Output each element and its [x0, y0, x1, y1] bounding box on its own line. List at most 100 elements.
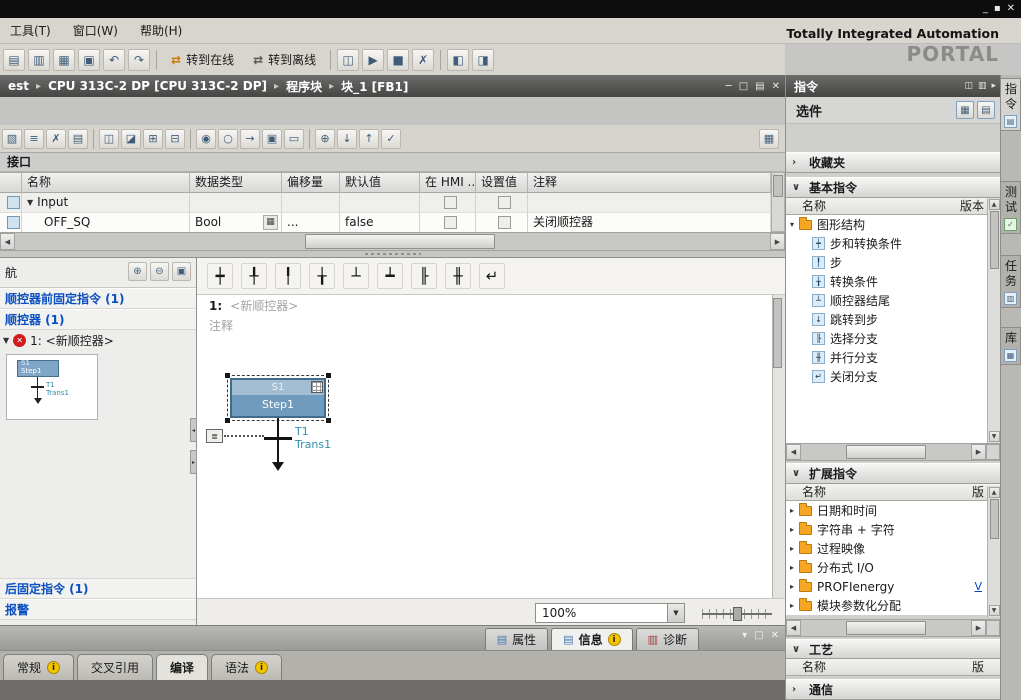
selection-handle[interactable]	[225, 418, 230, 423]
delete-row-icon[interactable]: ✗	[46, 129, 66, 149]
zoom-combobox[interactable]: 100% ▼	[535, 603, 685, 623]
expand-all-icon[interactable]: ⊞	[143, 129, 163, 149]
tab-compile[interactable]: 编译	[156, 654, 208, 680]
scroll-thumb[interactable]	[846, 621, 926, 635]
menu-window[interactable]: 窗口(W)	[73, 22, 118, 39]
extended-hscroll[interactable]: ◀ ▶	[786, 619, 1000, 637]
start-simulation-icon[interactable]: ▶	[362, 49, 384, 71]
row-comment[interactable]: 关闭顺控器	[533, 213, 593, 232]
column-name[interactable]: 名称	[802, 485, 826, 499]
save-all-icon[interactable]: ▦	[53, 49, 75, 71]
init-step-indicator-icon[interactable]: ≣	[206, 429, 223, 443]
tree-item-parallel-branch[interactable]: ╫ 并行分支	[786, 348, 987, 367]
monitoring-off-icon[interactable]: ○	[218, 129, 238, 149]
table-row-off-sq[interactable]: OFF_SQ Bool ▦ ... false 关闭顺控器	[0, 213, 771, 233]
scroll-left-icon[interactable]: ◀	[786, 620, 801, 636]
scroll-up-icon[interactable]: ▲	[989, 199, 1000, 210]
step-name[interactable]: Step1	[232, 395, 324, 416]
tree-item-close-branch[interactable]: ↵ 关闭分支	[786, 367, 987, 386]
graph-vscroll[interactable]	[772, 295, 785, 598]
sequencer-thumbnail[interactable]: S1 Step1 T1 Trans1	[6, 354, 98, 420]
menu-help[interactable]: 帮助(H)	[140, 22, 182, 39]
inspector-collapse-icon[interactable]: ▾	[742, 630, 747, 641]
header-name[interactable]: 名称	[22, 173, 190, 193]
tree-item-selective-branch[interactable]: ╟ 选择分支	[786, 329, 987, 348]
folder-date-and-time[interactable]: ▸ 日期和时间	[786, 501, 987, 520]
header-offset[interactable]: 偏移量	[282, 173, 340, 193]
column-version[interactable]: 版	[972, 659, 984, 675]
zoom-in-icon[interactable]: ⊕	[128, 262, 147, 281]
selection-handle[interactable]	[326, 373, 331, 378]
options-list-view-icon[interactable]: ▤	[977, 101, 995, 119]
scroll-thumb[interactable]	[990, 499, 999, 539]
setvalue-checkbox[interactable]	[498, 196, 511, 209]
update-block-call-icon[interactable]: ⊕	[315, 129, 335, 149]
transition-and-step-icon[interactable]: ╀	[241, 263, 267, 289]
step-actions-table-icon[interactable]	[311, 381, 323, 393]
tree-item-sequence-end[interactable]: ┴ 顺控器结尾	[786, 291, 987, 310]
menu-tools[interactable]: 工具(T)	[10, 22, 51, 39]
tab-properties[interactable]: ▤ 属性	[485, 628, 548, 650]
pre-fixed-commands-link[interactable]: 顺控器前固定指令 (1)	[0, 288, 196, 309]
go-offline-button[interactable]: ⇄ 转到离线	[245, 48, 324, 72]
zoom-out-icon[interactable]: ⊖	[150, 262, 169, 281]
scroll-left-icon[interactable]: ◀	[786, 444, 801, 460]
download-icon[interactable]: ↓	[337, 129, 357, 149]
absolute-operands-icon[interactable]: ▣	[262, 129, 282, 149]
tab-info[interactable]: ▤ 信息 i	[551, 628, 632, 650]
step-and-transition-icon[interactable]: ┿	[207, 263, 233, 289]
side-tab-testing[interactable]: 测试 ✓	[1001, 181, 1021, 234]
tab-cross-references[interactable]: 交叉引用	[77, 654, 153, 680]
jump-to-step-icon[interactable]: ┷	[377, 263, 403, 289]
row-default[interactable]: false	[345, 213, 374, 232]
sequencer-tree-item[interactable]: ▼ ✕ 1: <新顺控器>	[0, 330, 196, 350]
parallel-branch-icon[interactable]: ╫	[445, 263, 471, 289]
scroll-down-icon[interactable]: ▼	[989, 605, 1000, 616]
transition-id[interactable]: T1	[295, 425, 309, 438]
folder-distributed-io[interactable]: ▸ 分布式 I/O	[786, 558, 987, 577]
tree-item-step[interactable]: ╿ 步	[786, 253, 987, 272]
folder-expander-icon[interactable]: ▸	[790, 525, 794, 534]
scroll-track[interactable]	[15, 233, 770, 250]
copy-snapshot-icon[interactable]: ◪	[121, 129, 141, 149]
folder-expander-icon[interactable]: ▸	[790, 563, 794, 572]
tree-folder-graph-structure[interactable]: ▾ 图形结构	[786, 215, 987, 234]
collapse-all-icon[interactable]: ⊟	[165, 129, 185, 149]
scroll-thumb[interactable]	[846, 445, 926, 459]
snapshot-icon[interactable]: ◫	[99, 129, 119, 149]
window-maximize-button[interactable]: ▪	[994, 4, 1001, 14]
sequencers-link[interactable]: 顺控器 (1)	[0, 309, 196, 330]
insert-network-icon[interactable]: ▧	[2, 129, 22, 149]
setvalue-checkbox[interactable]	[498, 216, 511, 229]
options-grid-view-icon[interactable]: ▦	[956, 101, 974, 119]
scroll-right-icon[interactable]: ▶	[770, 233, 785, 250]
header-setvalue[interactable]: 设置值	[476, 173, 528, 193]
datatype-picker-icon[interactable]: ▦	[263, 215, 278, 230]
open-project-icon[interactable]: ▤	[3, 49, 25, 71]
stop-icon[interactable]: ■	[387, 49, 409, 71]
keep-actual-values-icon[interactable]: ▤	[68, 129, 88, 149]
transition-name[interactable]: Trans1	[295, 438, 331, 451]
inspector-float-icon[interactable]: □	[754, 630, 763, 641]
scroll-left-icon[interactable]: ◀	[0, 233, 15, 250]
side-tab-tasks[interactable]: 任务 ▥	[1001, 255, 1021, 308]
zoom-slider[interactable]	[702, 607, 772, 621]
folder-profienergy[interactable]: ▸ PROFIenergy V	[786, 577, 987, 596]
interface-hscroll[interactable]: ◀ ▶	[0, 232, 785, 251]
detail-view-icon[interactable]: ▦	[759, 129, 779, 149]
side-tab-instructions[interactable]: 指令 ▤	[1001, 78, 1021, 131]
basic-instructions-section-header[interactable]: ∨ 基本指令	[786, 177, 1000, 198]
folder-expander-icon[interactable]: ▸	[790, 506, 794, 515]
upload-icon[interactable]: ↑	[359, 129, 379, 149]
window-close-button[interactable]: ✕	[1007, 4, 1015, 14]
folder-process-image[interactable]: ▸ 过程映像	[786, 539, 987, 558]
basic-hscroll[interactable]: ◀ ▶	[786, 443, 1000, 461]
panel-expand-icon[interactable]: ▸	[991, 81, 996, 91]
expander-icon[interactable]: ▼	[27, 193, 33, 212]
column-name[interactable]: 名称	[802, 660, 826, 674]
breadcrumb-item-project[interactable]: est	[8, 79, 29, 93]
selection-handle[interactable]	[326, 418, 331, 423]
goto-network-icon[interactable]: →	[240, 129, 260, 149]
header-default[interactable]: 默认值	[340, 173, 420, 193]
scroll-track[interactable]	[801, 620, 971, 636]
